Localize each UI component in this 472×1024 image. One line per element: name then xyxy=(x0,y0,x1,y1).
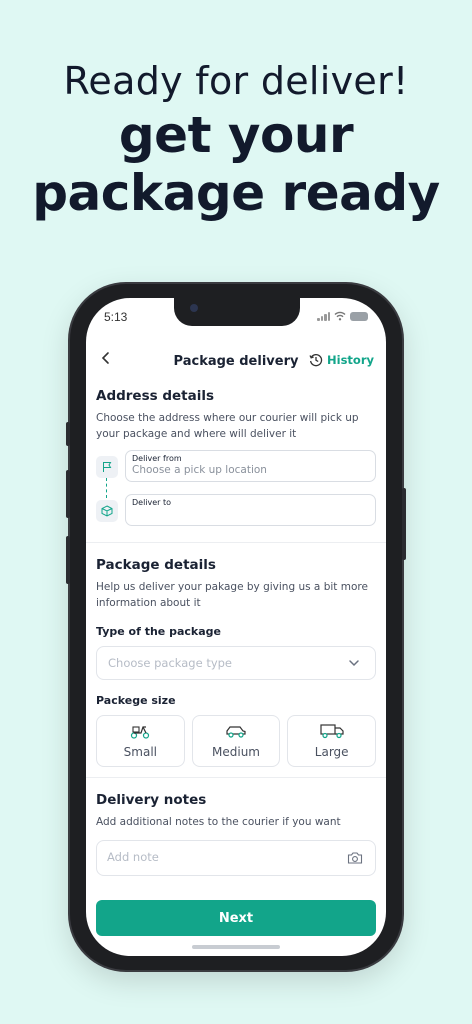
size-option-small[interactable]: Small xyxy=(96,715,185,767)
car-icon xyxy=(226,726,246,738)
phone-screen: 5:13 Package delivery History Address de… xyxy=(86,298,386,956)
volume-up-button xyxy=(66,470,70,518)
power-button xyxy=(402,488,406,560)
volume-down-button xyxy=(66,536,70,584)
package-description: Help us deliver your pakage by giving us… xyxy=(96,581,368,609)
notes-description: Add additional notes to the courier if y… xyxy=(96,816,341,828)
hero-line-2b: package ready xyxy=(32,164,440,222)
section-divider xyxy=(86,542,386,543)
size-small-label: Small xyxy=(123,745,157,759)
deliver-to-label: Deliver to xyxy=(132,498,172,507)
size-option-large[interactable]: Large xyxy=(287,715,377,767)
package-type-select[interactable]: Choose package type xyxy=(96,646,376,680)
size-medium-label: Medium xyxy=(212,745,260,759)
note-input[interactable] xyxy=(107,850,327,864)
signal-icon xyxy=(317,311,330,321)
address-fields: Deliver from Choose a pick up location D… xyxy=(86,450,386,540)
hero-headline: Ready for deliver! get your package read… xyxy=(0,56,472,222)
flag-icon xyxy=(96,456,118,478)
deliver-to-field[interactable]: Deliver to xyxy=(125,494,376,526)
scooter-icon xyxy=(131,726,150,739)
section-divider xyxy=(86,777,386,778)
package-section: Package details Help us deliver your pak… xyxy=(86,557,386,767)
address-description: Choose the address where our courier wil… xyxy=(96,412,359,440)
package-type-placeholder: Choose package type xyxy=(108,656,233,670)
status-time: 5:13 xyxy=(104,310,128,324)
history-icon xyxy=(309,353,323,367)
deliver-from-placeholder: Choose a pick up location xyxy=(132,464,267,476)
package-type-label: Type of the package xyxy=(96,625,221,638)
truck-icon xyxy=(320,724,344,739)
hero-line-2a: get your xyxy=(118,106,354,164)
next-button[interactable]: Next xyxy=(96,900,376,936)
deliver-from-label: Deliver from xyxy=(132,454,182,463)
hero-line-1: Ready for deliver! xyxy=(63,59,409,103)
address-section: Address details Choose the address where… xyxy=(86,388,386,442)
mute-switch xyxy=(66,422,70,446)
note-field xyxy=(96,840,376,876)
status-bar: 5:13 xyxy=(86,308,386,328)
notes-title: Delivery notes xyxy=(96,792,207,808)
package-size-options: Small Medium Large xyxy=(96,715,377,767)
address-title: Address details xyxy=(96,388,215,404)
notes-section: Delivery notes Add additional notes to t… xyxy=(86,792,386,876)
form-content: Address details Choose the address where… xyxy=(86,388,386,876)
camera-icon[interactable] xyxy=(347,851,363,865)
package-box-icon xyxy=(96,500,118,522)
deliver-from-field[interactable]: Deliver from Choose a pick up location xyxy=(125,450,376,482)
size-large-label: Large xyxy=(314,745,349,759)
nav-bar: Package delivery History xyxy=(86,350,386,374)
battery-icon xyxy=(350,311,368,321)
history-button[interactable]: History xyxy=(309,353,374,367)
package-title: Package details xyxy=(96,557,216,573)
package-size-label: Packege size xyxy=(96,694,176,707)
chevron-down-icon xyxy=(349,660,359,667)
home-indicator xyxy=(192,945,280,949)
wifi-icon xyxy=(334,311,346,321)
route-connector xyxy=(106,478,107,498)
phone-frame: 5:13 Package delivery History Address de… xyxy=(66,284,406,970)
size-option-medium[interactable]: Medium xyxy=(191,715,281,767)
history-label: History xyxy=(327,353,374,367)
